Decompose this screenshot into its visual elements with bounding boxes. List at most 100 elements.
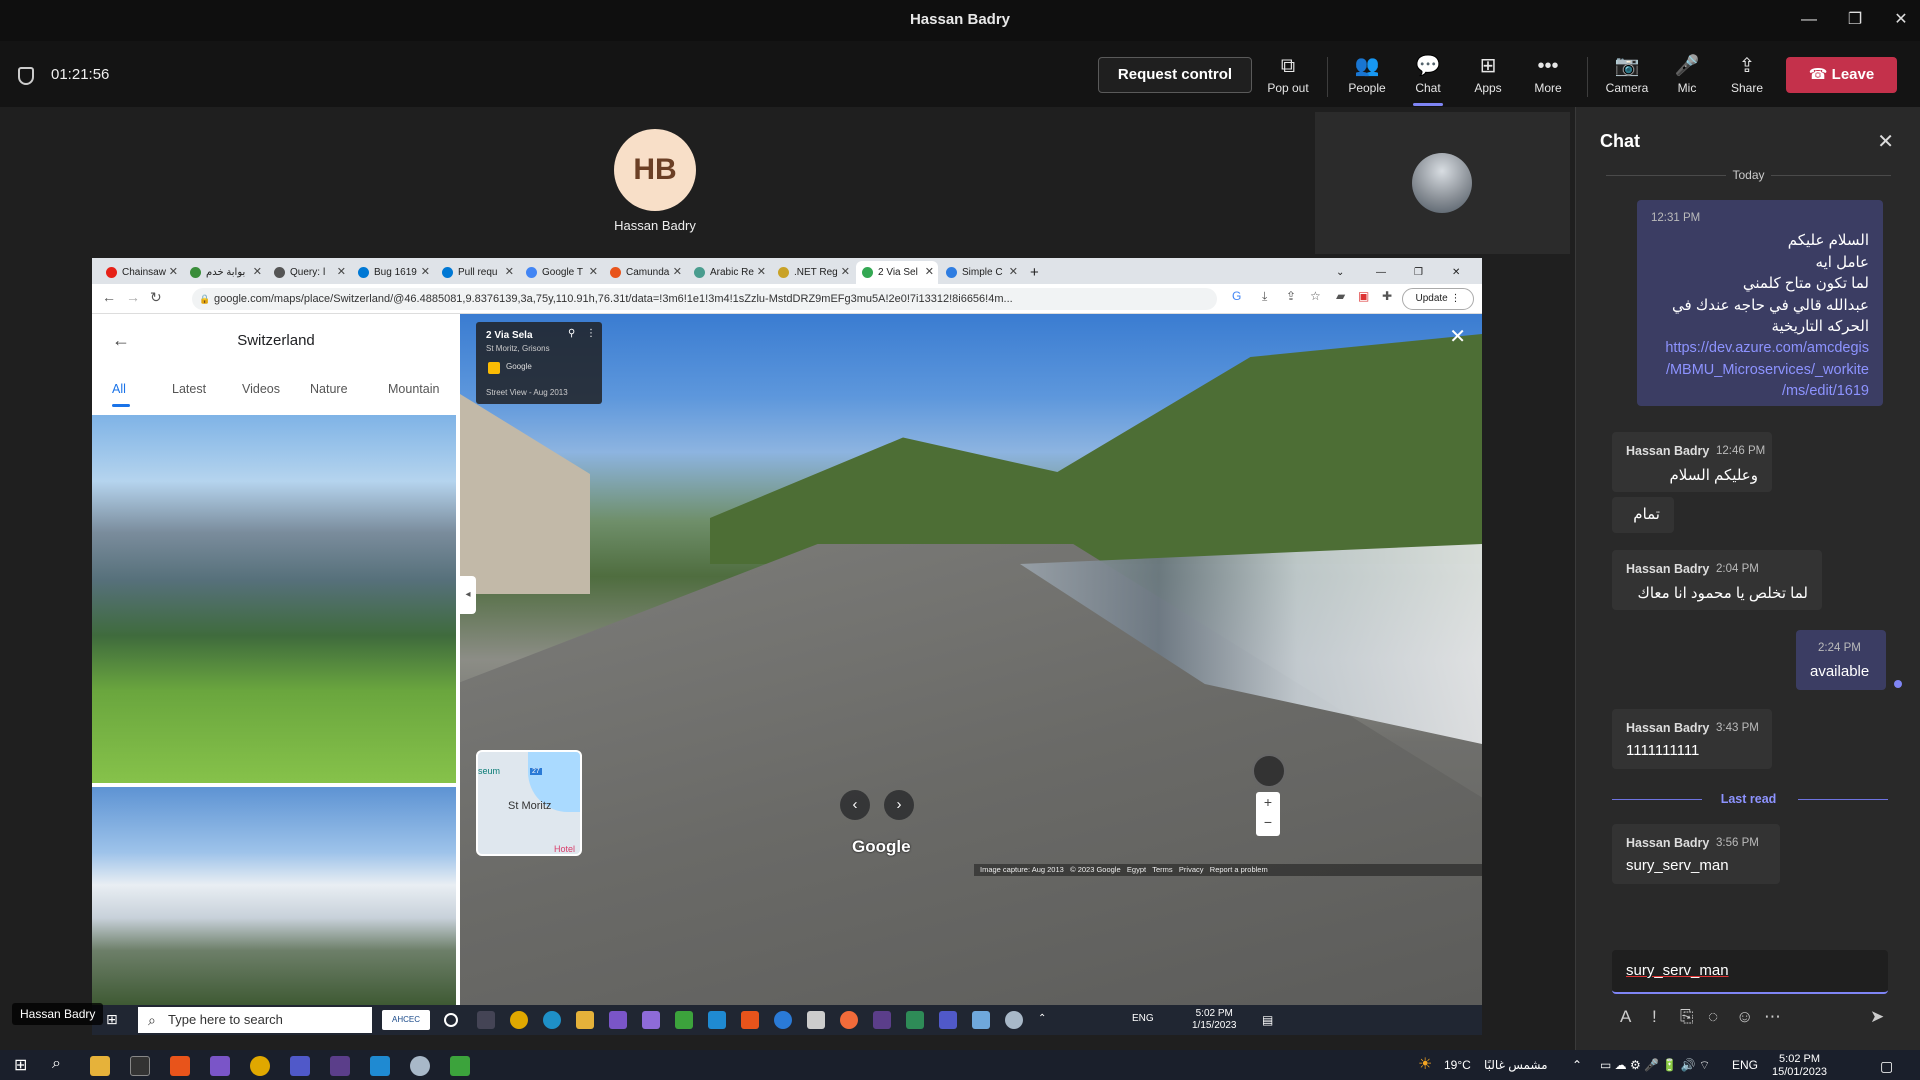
chat-message-mine[interactable]: 2:24 PM available [1796, 630, 1886, 690]
task-view-icon[interactable] [477, 1011, 495, 1029]
weather-icon[interactable]: ☀ [1418, 1054, 1432, 1074]
chat-message[interactable]: تمام [1612, 497, 1674, 533]
street-view[interactable]: ◂ 2 Via Sela ⚲ ⋮ St Moritz, Grisons Goog… [460, 314, 1482, 1005]
extension-icon[interactable]: ▣ [1358, 289, 1369, 303]
filter-tab-nature[interactable]: Nature [310, 382, 348, 396]
browser-tab[interactable]: Pull requ ✕ [436, 261, 518, 284]
browser-minimize-icon[interactable]: — [1372, 261, 1392, 284]
close-tab-icon[interactable]: ✕ [589, 261, 598, 284]
close-window-icon[interactable]: ✕ [1884, 6, 1918, 34]
app-icon[interactable] [774, 1011, 792, 1029]
footer-region[interactable]: Egypt [1127, 865, 1146, 874]
remote-search-box[interactable]: ⌕ Type here to search [138, 1007, 372, 1033]
format-icon[interactable]: A [1620, 1007, 1631, 1027]
teams-icon[interactable] [939, 1011, 957, 1029]
next-arrow-icon[interactable]: › [884, 790, 914, 820]
language-indicator[interactable]: ENG [1732, 1058, 1758, 1072]
shared-screen[interactable]: Chainsaw ✕ بوابة خدم ✕ Query: ا ✕ Bug 1619 ✕… [92, 258, 1482, 1005]
tray-icons[interactable]: ▭ ☁ ⚙ 🎤 🔋 🔊 ⌔ [1600, 1058, 1710, 1073]
app-icon[interactable] [741, 1011, 759, 1029]
browser-tab[interactable]: بوابة خدم ✕ [184, 261, 266, 284]
loop-icon[interactable]: ◌ [1708, 1007, 1718, 1027]
footer-report[interactable]: Report a problem [1210, 865, 1268, 874]
close-icon[interactable]: ✕ [1877, 129, 1894, 154]
filter-tab-videos[interactable]: Videos [242, 382, 280, 396]
notification-icon[interactable]: ▢ [1880, 1058, 1893, 1075]
emoji-icon[interactable]: ☺ [1736, 1007, 1753, 1027]
footer-terms[interactable]: Terms [1152, 865, 1172, 874]
close-tab-icon[interactable]: ✕ [169, 261, 178, 284]
bookmark-star-icon[interactable]: ☆ [1310, 289, 1321, 303]
zoom-control[interactable]: + − [1256, 792, 1280, 836]
cortana-icon[interactable] [444, 1013, 458, 1027]
leave-button[interactable]: ☎ Leave [1786, 57, 1897, 93]
weather-text[interactable]: مشمس غالبًا [1484, 1058, 1548, 1072]
minimize-icon[interactable]: — [1792, 6, 1826, 34]
more-options-icon[interactable]: ⋯ [1764, 1007, 1781, 1027]
new-tab-icon[interactable]: + [1026, 261, 1046, 284]
share-button[interactable]: ⇪ Share [1717, 53, 1777, 101]
browser-tab[interactable]: Simple C ✕ [940, 261, 1022, 284]
app-icon[interactable] [330, 1056, 350, 1076]
google-lens-icon[interactable]: G [1232, 289, 1241, 303]
previous-arrow-icon[interactable]: ‹ [840, 790, 870, 820]
back-arrow-icon[interactable]: ← [102, 289, 116, 305]
close-tab-icon[interactable]: ✕ [421, 261, 430, 284]
system-clock[interactable]: 5:02 PM 15/01/2023 [1772, 1053, 1827, 1079]
close-tab-icon[interactable]: ✕ [337, 261, 346, 284]
browser-close-icon[interactable]: ✕ [1448, 261, 1468, 284]
app-icon[interactable] [972, 1011, 990, 1029]
vscode-icon[interactable] [708, 1011, 726, 1029]
send-icon[interactable]: ➤ [1870, 1007, 1884, 1027]
vscode-icon[interactable] [370, 1056, 390, 1076]
mic-button[interactable]: 🎤 Mic [1657, 53, 1717, 101]
apps-button[interactable]: ⊞ Apps [1458, 53, 1518, 101]
share-page-icon[interactable]: ⇪ [1286, 289, 1296, 303]
chat-message-mine[interactable]: 12:31 PM السلام عليكم عامل ايه لما تكون … [1637, 200, 1883, 406]
filter-tab-all[interactable]: All [112, 382, 126, 396]
chrome-icon[interactable] [250, 1056, 270, 1076]
extension-icon[interactable]: ▰ [1336, 289, 1345, 303]
forward-arrow-icon[interactable]: → [126, 289, 140, 305]
browser-tab[interactable]: Chainsaw ✕ [100, 261, 182, 284]
chat-button[interactable]: 💬 Chat [1398, 53, 1458, 101]
file-explorer-icon[interactable] [90, 1056, 110, 1076]
close-tab-icon[interactable]: ✕ [757, 261, 766, 284]
photo-thumbnail[interactable] [92, 787, 456, 1005]
restore-icon[interactable]: ❐ [1838, 6, 1872, 34]
zoom-out-icon[interactable]: − [1256, 812, 1280, 832]
app-icon[interactable] [410, 1056, 430, 1076]
weather-temp[interactable]: 19°C [1444, 1058, 1471, 1072]
more-button[interactable]: ••• More [1518, 53, 1578, 101]
pop-out-button[interactable]: ⧉ Pop out [1258, 53, 1318, 101]
tray-chevron-icon[interactable]: ⌃ [1038, 1013, 1046, 1024]
close-tab-icon[interactable]: ✕ [253, 261, 262, 284]
people-button[interactable]: 👥 People [1337, 53, 1397, 101]
chat-message[interactable]: Hassan Badry 3:43 PM 1111111111 [1612, 709, 1772, 769]
edge-icon[interactable] [543, 1011, 561, 1029]
important-icon[interactable]: ! [1652, 1007, 1657, 1027]
app-icon[interactable] [906, 1011, 924, 1029]
app-icon[interactable] [450, 1056, 470, 1076]
request-control-button[interactable]: Request control [1098, 57, 1252, 93]
terminal-icon[interactable] [130, 1056, 150, 1076]
close-tab-icon[interactable]: ✕ [841, 261, 850, 284]
reload-icon[interactable]: ↻ [150, 289, 162, 306]
browser-tab[interactable]: Camunda ✕ [604, 261, 686, 284]
app-icon[interactable] [873, 1011, 891, 1029]
remote-lang[interactable]: ENG [1132, 1013, 1154, 1024]
browser-tab[interactable]: Query: ا ✕ [268, 261, 350, 284]
update-button[interactable]: Update ⋮ [1402, 288, 1474, 310]
windows-start-icon[interactable]: ⊞ [106, 1011, 118, 1028]
puzzle-icon[interactable]: ✚ [1382, 289, 1392, 303]
app-icon[interactable] [642, 1011, 660, 1029]
chat-message[interactable]: Hassan Badry 3:56 PM sury_serv_man [1612, 824, 1780, 884]
close-icon[interactable]: ✕ [1449, 324, 1466, 349]
camera-button[interactable]: 📷 Camera [1597, 53, 1657, 101]
windows-start-icon[interactable]: ⊞ [14, 1055, 27, 1075]
footer-privacy[interactable]: Privacy [1179, 865, 1204, 874]
tab-search-icon[interactable]: ⌄ [1332, 261, 1352, 284]
close-tab-icon[interactable]: ✕ [673, 261, 682, 284]
zoom-in-icon[interactable]: + [1256, 792, 1280, 812]
kebab-icon[interactable]: ⋮ [586, 328, 596, 339]
